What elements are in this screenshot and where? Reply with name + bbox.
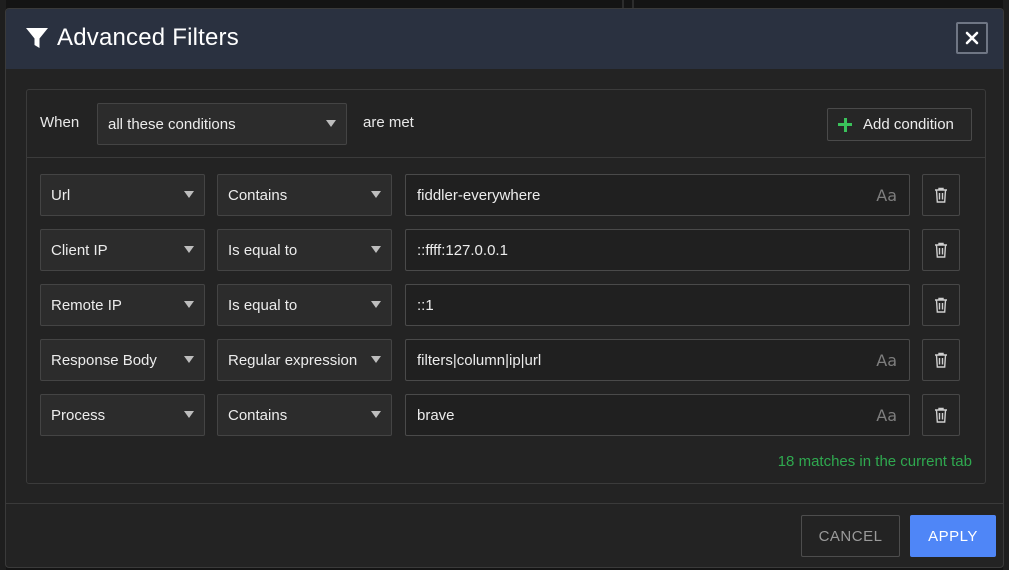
field-select[interactable]: Response Body: [40, 339, 205, 381]
logic-select-value: all these conditions: [108, 115, 236, 133]
operator-select-value: Contains: [228, 406, 288, 424]
dropdown-arrow-icon: [184, 356, 194, 363]
apply-button[interactable]: APPLY: [910, 515, 996, 557]
operator-select[interactable]: Is equal to: [217, 229, 392, 271]
conditions-panel: When all these conditions are met Add co…: [26, 89, 986, 484]
operator-select-value: Is equal to: [228, 241, 298, 259]
trash-icon: [935, 407, 947, 423]
match-case-icon[interactable]: Aa: [876, 351, 897, 370]
operator-select[interactable]: Regular expression: [217, 339, 392, 381]
dropdown-arrow-icon: [371, 301, 381, 308]
dropdown-arrow-icon: [184, 411, 194, 418]
dropdown-arrow-icon: [326, 120, 336, 127]
are-met-label: are met: [363, 114, 414, 131]
field-select-value: Url: [51, 186, 71, 204]
trash-icon: [935, 352, 947, 368]
when-label: When: [40, 114, 80, 131]
dropdown-arrow-icon: [184, 246, 194, 253]
background-divider: [622, 0, 624, 8]
operator-select[interactable]: Is equal to: [217, 284, 392, 326]
plus-icon: [838, 117, 852, 132]
operator-select-value: Regular expression: [228, 351, 358, 369]
dialog-title: Advanced Filters: [57, 24, 239, 51]
operator-select[interactable]: Contains: [217, 394, 392, 436]
operator-select-value: Is equal to: [228, 296, 298, 314]
delete-condition-button[interactable]: [922, 339, 960, 381]
dialog-footer: CANCEL APPLY: [6, 503, 1003, 567]
advanced-filters-dialog: Advanced Filters When all these conditio…: [5, 8, 1004, 568]
dialog-titlebar: Advanced Filters: [6, 9, 1003, 69]
dropdown-arrow-icon: [184, 191, 194, 198]
field-select-value: Process: [51, 406, 106, 424]
matches-status: 18 matches in the current tab: [777, 453, 972, 470]
value-input-text: ::1: [417, 296, 434, 314]
field-select[interactable]: Url: [40, 174, 205, 216]
operator-select[interactable]: Contains: [217, 174, 392, 216]
delete-condition-button[interactable]: [922, 284, 960, 326]
add-condition-label: Add condition: [863, 116, 954, 133]
filter-icon: [26, 28, 48, 48]
close-icon: [965, 31, 979, 45]
field-select-value: Client IP: [51, 241, 108, 259]
value-input-text: fiddler-everywhere: [417, 186, 541, 204]
operator-select-value: Contains: [228, 186, 288, 204]
value-input[interactable]: brave Aa: [405, 394, 910, 436]
conditions-header: When all these conditions are met Add co…: [27, 90, 985, 158]
logic-select[interactable]: all these conditions: [97, 103, 347, 145]
trash-icon: [935, 297, 947, 313]
add-condition-button[interactable]: Add condition: [827, 108, 972, 141]
value-input[interactable]: filters|column|ip|url Aa: [405, 339, 910, 381]
value-input-text: ::ffff:127.0.0.1: [417, 241, 508, 259]
value-input[interactable]: fiddler-everywhere Aa: [405, 174, 910, 216]
cancel-button[interactable]: CANCEL: [801, 515, 900, 557]
close-button[interactable]: [956, 22, 988, 54]
field-select[interactable]: Remote IP: [40, 284, 205, 326]
value-input[interactable]: ::1: [405, 284, 910, 326]
value-input-text: brave: [417, 406, 455, 424]
dropdown-arrow-icon: [184, 301, 194, 308]
value-input[interactable]: ::ffff:127.0.0.1: [405, 229, 910, 271]
value-input-text: filters|column|ip|url: [417, 351, 542, 369]
match-case-icon[interactable]: Aa: [876, 186, 897, 205]
delete-condition-button[interactable]: [922, 174, 960, 216]
dropdown-arrow-icon: [371, 411, 381, 418]
dropdown-arrow-icon: [371, 356, 381, 363]
dropdown-arrow-icon: [371, 246, 381, 253]
field-select-value: Response Body: [51, 351, 157, 369]
background-divider: [632, 0, 634, 8]
trash-icon: [935, 242, 947, 258]
delete-condition-button[interactable]: [922, 229, 960, 271]
field-select[interactable]: Client IP: [40, 229, 205, 271]
trash-icon: [935, 187, 947, 203]
field-select[interactable]: Process: [40, 394, 205, 436]
delete-condition-button[interactable]: [922, 394, 960, 436]
field-select-value: Remote IP: [51, 296, 122, 314]
match-case-icon[interactable]: Aa: [876, 406, 897, 425]
dropdown-arrow-icon: [371, 191, 381, 198]
